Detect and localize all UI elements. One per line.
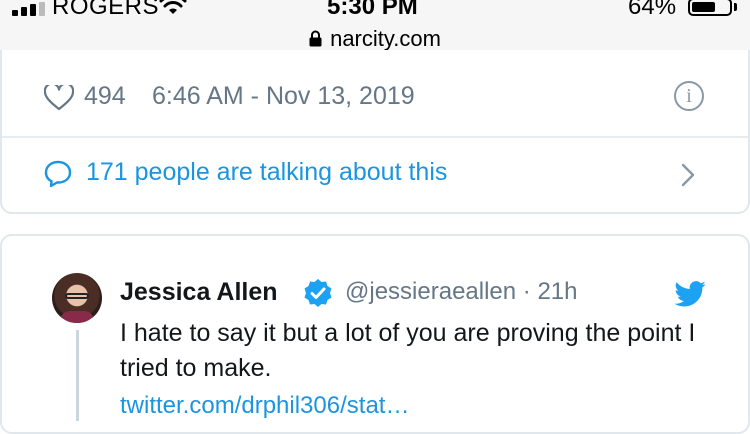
chevron-right-icon[interactable]: [680, 162, 696, 188]
battery-percent: 64%: [628, 0, 677, 20]
cellular-signal-icon: [12, 2, 45, 16]
twitter-bird-icon[interactable]: [674, 281, 706, 307]
tweet-text: I hate to say it but a lot of you are pr…: [120, 319, 696, 382]
battery-fill: [692, 2, 715, 12]
carrier-name: ROGERS: [52, 0, 160, 20]
avatar-glasses: [65, 293, 89, 299]
tweet-timestamp[interactable]: 6:46 AM - Nov 13, 2019: [152, 82, 415, 111]
battery-icon: [688, 0, 732, 16]
like-count[interactable]: 494: [84, 82, 126, 111]
tweet-link[interactable]: twitter.com/drphil306/stat…: [120, 392, 409, 420]
url-text: narcity.com: [330, 26, 441, 51]
thread-line: [76, 330, 79, 421]
tweet-stats-card: [0, 50, 750, 214]
conversation-link[interactable]: 171 people are talking about this: [86, 158, 447, 187]
avatar-shirt: [60, 311, 94, 323]
lock-icon: [309, 30, 322, 47]
clock: 5:30 PM: [327, 0, 418, 20]
speech-bubble-icon[interactable]: [44, 160, 72, 188]
verified-badge-icon: [304, 279, 332, 307]
wifi-icon: [159, 0, 187, 14]
divider: [2, 136, 748, 138]
author-handle[interactable]: @jessieraeallen · 21h: [345, 278, 578, 306]
info-icon[interactable]: i: [674, 81, 704, 111]
avatar[interactable]: [52, 273, 102, 323]
heart-icon[interactable]: [44, 85, 74, 111]
author-name[interactable]: Jessica Allen: [120, 278, 278, 307]
battery-tip: [734, 3, 737, 11]
address-bar[interactable]: narcity.com: [0, 26, 750, 52]
